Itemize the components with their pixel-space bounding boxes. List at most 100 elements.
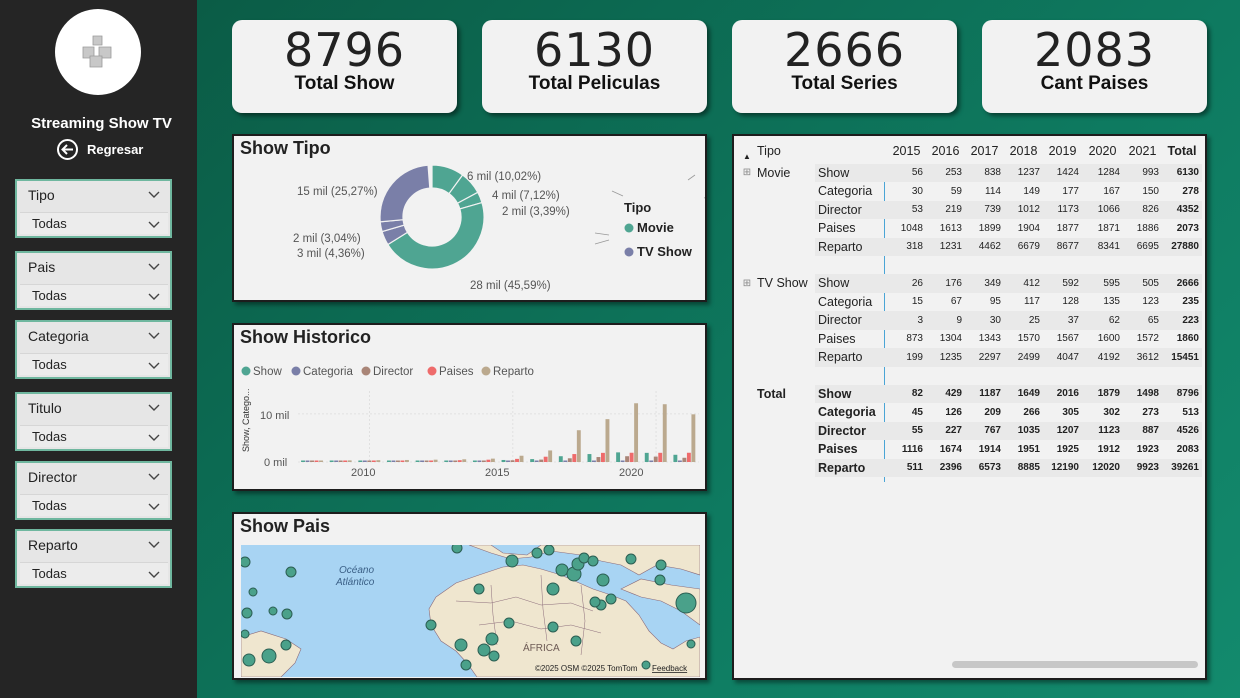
bar[interactable] <box>314 460 319 463</box>
chevron-down-icon[interactable] <box>148 401 160 413</box>
bar[interactable] <box>490 458 495 462</box>
chevron-down-icon[interactable] <box>148 329 160 341</box>
column-header[interactable]: 2021 <box>1123 142 1162 161</box>
bar[interactable] <box>329 460 334 463</box>
bar[interactable] <box>677 460 682 463</box>
bar[interactable] <box>310 460 314 463</box>
bar[interactable] <box>649 460 654 463</box>
bar[interactable] <box>457 460 462 462</box>
slicer-dropdown[interactable]: Todas <box>20 212 168 234</box>
chevron-down-icon[interactable] <box>148 500 160 512</box>
chevron-down-icon[interactable] <box>148 568 160 580</box>
bar-chart[interactable]: Show Categoria Director Paises Reparto Show,… <box>234 325 705 489</box>
bar[interactable] <box>644 452 649 462</box>
donut-slice[interactable] <box>379 164 431 223</box>
column-header[interactable]: 2020 <box>1082 142 1123 161</box>
slicer-dropdown[interactable]: Todas <box>20 425 168 447</box>
back-button[interactable]: Regresar <box>57 139 143 160</box>
column-header[interactable]: 2018 <box>1004 142 1043 161</box>
column-header[interactable]: 2019 <box>1043 142 1082 161</box>
sort-icon[interactable]: ▲ <box>737 142 757 161</box>
slicer-titulo[interactable]: Titulo Todas <box>15 392 172 451</box>
bar[interactable] <box>477 460 482 463</box>
bar[interactable] <box>347 460 352 462</box>
slicer-tipo[interactable]: Tipo Todas <box>15 179 172 238</box>
bar[interactable] <box>539 459 544 462</box>
bar[interactable] <box>620 460 625 463</box>
column-header[interactable]: 2015 <box>887 142 926 161</box>
legend-item-tv-show[interactable]: TV Show <box>637 244 693 259</box>
bar[interactable] <box>662 404 667 462</box>
bar[interactable] <box>558 456 563 462</box>
bar[interactable] <box>596 457 601 462</box>
bar[interactable] <box>362 460 367 463</box>
bar[interactable] <box>634 403 639 462</box>
legend-item[interactable]: Reparto <box>493 366 534 378</box>
bar[interactable] <box>481 460 486 463</box>
bar[interactable] <box>572 454 577 462</box>
bar[interactable] <box>592 460 596 463</box>
bar[interactable] <box>343 460 348 463</box>
legend-item[interactable]: Show <box>253 366 282 378</box>
bar[interactable] <box>387 460 391 463</box>
bar[interactable] <box>429 460 434 463</box>
bar[interactable] <box>415 460 420 463</box>
bar[interactable] <box>510 460 515 462</box>
bar[interactable] <box>629 452 634 462</box>
bar[interactable] <box>515 458 519 462</box>
bar[interactable] <box>376 460 381 462</box>
chevron-down-icon[interactable] <box>148 431 160 443</box>
column-header[interactable]: 2017 <box>965 142 1004 161</box>
legend-item[interactable]: Director <box>373 366 413 378</box>
slicer-dropdown[interactable]: Todas <box>20 284 168 306</box>
column-header[interactable]: Total <box>1162 142 1202 161</box>
bar[interactable] <box>433 459 438 462</box>
chevron-down-icon[interactable] <box>148 260 160 272</box>
bar[interactable] <box>444 460 449 463</box>
bar[interactable] <box>587 454 592 462</box>
bar[interactable] <box>530 459 535 462</box>
bar[interactable] <box>616 452 621 462</box>
bar[interactable] <box>605 419 610 462</box>
bar[interactable] <box>548 450 553 462</box>
expand-icon[interactable]: ⊞ <box>737 163 757 182</box>
bar[interactable] <box>338 460 343 463</box>
chevron-down-icon[interactable] <box>148 290 160 302</box>
bar[interactable] <box>334 460 339 463</box>
bar[interactable] <box>358 460 363 463</box>
chevron-down-icon[interactable] <box>148 359 160 371</box>
bar[interactable] <box>567 458 572 462</box>
bar[interactable] <box>576 430 581 462</box>
bar[interactable] <box>534 460 539 463</box>
slicer-dropdown[interactable]: Todas <box>20 353 168 375</box>
slicer-dropdown[interactable]: Todas <box>20 562 168 584</box>
bar[interactable] <box>424 460 429 463</box>
bar[interactable] <box>658 452 663 462</box>
bar[interactable] <box>686 452 691 462</box>
bar[interactable] <box>486 459 491 462</box>
bar[interactable] <box>543 456 548 462</box>
map[interactable]: Océano Atlántico ÁFRICA ©2025 OSM ©2025 … <box>241 545 700 677</box>
chevron-down-icon[interactable] <box>148 538 160 550</box>
bar[interactable] <box>319 460 323 463</box>
bar[interactable] <box>519 455 524 462</box>
bar[interactable] <box>420 460 425 463</box>
donut-chart[interactable]: 6 mil (10,02%) 4 mil (7,12%) 2 mil (3,39… <box>234 136 705 300</box>
bar[interactable] <box>305 460 310 463</box>
legend-item[interactable]: Categoria <box>303 366 353 378</box>
bar[interactable] <box>625 456 630 462</box>
bar[interactable] <box>506 460 510 463</box>
bar[interactable] <box>682 457 687 462</box>
bar[interactable] <box>371 460 376 463</box>
slicer-director[interactable]: Director Todas <box>15 461 172 520</box>
bar[interactable] <box>653 456 658 462</box>
bar[interactable] <box>673 454 678 462</box>
bar[interactable] <box>563 460 568 463</box>
legend-item[interactable]: Paises <box>439 366 474 378</box>
bar[interactable] <box>601 452 605 462</box>
slicer-reparto[interactable]: Reparto Todas <box>15 529 172 588</box>
bar[interactable] <box>367 460 372 463</box>
bar[interactable] <box>501 459 506 462</box>
slicer-pais[interactable]: Pais Todas <box>15 251 172 310</box>
bar[interactable] <box>453 460 458 463</box>
